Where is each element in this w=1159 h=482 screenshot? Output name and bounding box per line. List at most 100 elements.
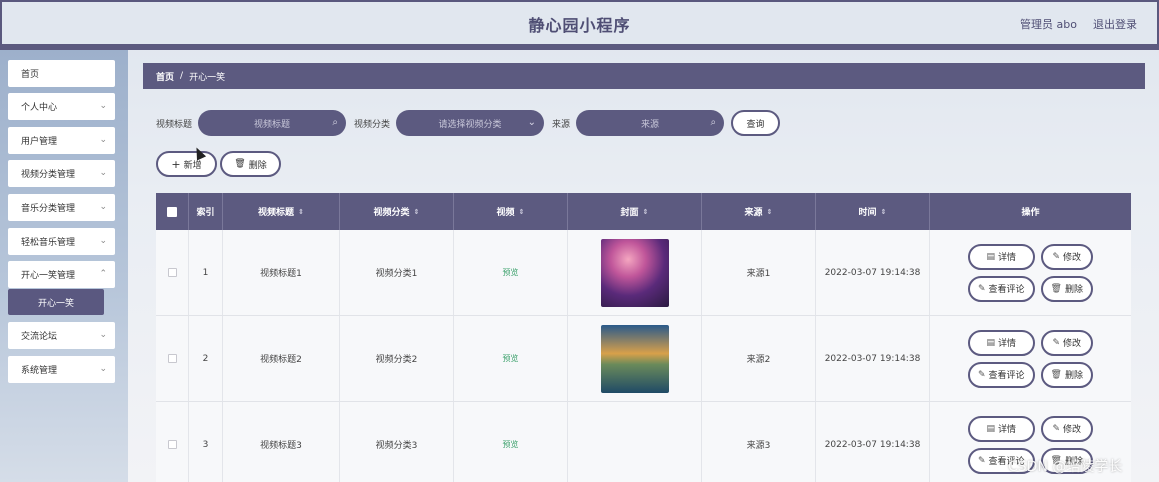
detail-button[interactable]: ▤ 详情: [967, 243, 1035, 270]
watermark: CSDN @培陵学长: [1008, 459, 1123, 475]
row-video: 预览: [454, 402, 568, 482]
chevron-down-icon: ⌄: [99, 135, 107, 145]
title-placeholder: 视频标题: [254, 119, 291, 130]
category-select[interactable]: 请选择视频分类 ⌄: [396, 110, 545, 136]
source-label: 来源: [552, 119, 571, 130]
breadcrumb-current: 开心一笑: [189, 72, 226, 83]
preview-link[interactable]: 预览: [503, 439, 519, 450]
row-source: 来源1: [702, 230, 816, 315]
sidebar-item-user-management[interactable]: 用户管理 ⌄: [8, 127, 115, 154]
col-time[interactable]: 时间 ⇕: [816, 193, 930, 230]
detail-button[interactable]: ▤ 详情: [967, 415, 1035, 442]
col-source[interactable]: 来源 ⇕: [702, 193, 816, 230]
comments-label: 查看评论: [988, 285, 1025, 295]
sort-icon: ⇕: [413, 207, 420, 216]
table-row: 2 视频标题2 视频分类2 预览 来源2 2022-03-07 19:14:38…: [156, 316, 1131, 402]
row-checkbox[interactable]: [167, 354, 177, 363]
cover-image[interactable]: [600, 324, 669, 393]
row-source: 来源3: [702, 402, 816, 482]
view-comments-button[interactable]: ✎ 查看评论: [967, 275, 1035, 302]
select-all-checkbox[interactable]: [167, 206, 177, 217]
sidebar-item-relax-music[interactable]: 轻松音乐管理 ⌄: [8, 228, 115, 255]
header-divider: [0, 44, 1159, 50]
table-row: 3 视频标题3 视频分类3 预览 来源3 2022-03-07 19:14:38…: [156, 402, 1131, 482]
sidebar-item-label: 交流论坛: [21, 332, 58, 342]
col-cover[interactable]: 封面 ⇕: [568, 193, 702, 230]
video-table: 索引 视频标题 ⇕ 视频分类 ⇕ 视频 ⇕ 封面 ⇕ 来源 ⇕ 时间 ⇕ 操作 1 视频标题…: [156, 193, 1131, 482]
plus-icon: +: [171, 157, 181, 171]
row-index: 3: [189, 402, 223, 482]
sidebar-item-home[interactable]: 首页: [8, 60, 115, 87]
row-actions: ▤ 详情 ✎ 修改 ✎ 查看评论 🗑 删除: [930, 230, 1131, 315]
source-search-input[interactable]: 来源 ⌕: [576, 110, 725, 136]
col-actions: 操作: [930, 193, 1131, 230]
sidebar-item-system[interactable]: 系统管理 ⌄: [8, 356, 115, 383]
row-checkbox[interactable]: [167, 268, 177, 277]
row-cover: [568, 316, 702, 401]
search-icon: ⌕: [332, 117, 339, 128]
sort-icon: ⇕: [880, 207, 887, 216]
row-video: 预览: [454, 316, 568, 401]
sidebar-item-label: 开心一笑管理: [21, 271, 76, 281]
chevron-down-icon: ⌄: [527, 117, 537, 128]
chevron-down-icon: ⌄: [99, 236, 107, 246]
chevron-down-icon: ⌄: [99, 202, 107, 212]
row-delete-label: 删除: [1064, 371, 1083, 381]
col-title[interactable]: 视频标题 ⇕: [223, 193, 340, 230]
preview-link[interactable]: 预览: [503, 267, 519, 278]
sort-icon: ⇕: [518, 207, 525, 216]
row-delete-button[interactable]: 🗑 删除: [1040, 361, 1093, 388]
sidebar-item-forum[interactable]: 交流论坛 ⌄: [8, 322, 115, 349]
sidebar-item-music-category[interactable]: 音乐分类管理 ⌄: [8, 194, 115, 221]
logout-link[interactable]: 退出登录: [1093, 16, 1137, 32]
row-select-cell: [156, 230, 189, 315]
sidebar: 首页 个人中心 ⌄ 用户管理 ⌄ 视频分类管理 ⌄ 音乐分类管理 ⌄ 轻松音乐管理 ⌄ 开…: [0, 50, 128, 482]
edit-button[interactable]: ✎ 修改: [1040, 415, 1093, 442]
edit-button[interactable]: ✎ 修改: [1040, 243, 1093, 270]
add-button[interactable]: + 新增: [156, 151, 217, 177]
sidebar-subitem-happy-laugh[interactable]: 开心一笑: [8, 289, 104, 315]
sidebar-item-video-category[interactable]: 视频分类管理 ⌄: [8, 160, 115, 187]
chevron-down-icon: ⌄: [99, 330, 107, 340]
row-cover: [568, 230, 702, 315]
detail-label: 详情: [998, 339, 1017, 349]
row-actions: ▤ 详情 ✎ 修改 ✎ 查看评论 🗑 删除: [930, 316, 1131, 401]
row-cover: [568, 402, 702, 482]
document-icon: ▤: [986, 251, 996, 262]
search-icon: ⌕: [710, 117, 717, 128]
preview-link[interactable]: 预览: [503, 353, 519, 364]
title-search-input[interactable]: 视频标题 ⌕: [198, 110, 347, 136]
query-button[interactable]: 查询: [731, 110, 781, 136]
breadcrumb-separator: /: [180, 71, 184, 81]
sidebar-item-label: 首页: [21, 70, 40, 80]
comments-label: 查看评论: [988, 371, 1025, 381]
edit-button[interactable]: ✎ 修改: [1040, 329, 1093, 356]
trash-icon: 🗑: [1050, 369, 1062, 380]
cover-image[interactable]: [600, 238, 669, 307]
detail-button[interactable]: ▤ 详情: [967, 329, 1035, 356]
breadcrumb: 首页 / 开心一笑: [143, 63, 1145, 89]
row-video: 预览: [454, 230, 568, 315]
row-checkbox[interactable]: [167, 440, 177, 449]
row-title: 视频标题2: [223, 316, 340, 401]
col-category[interactable]: 视频分类 ⇕: [340, 193, 454, 230]
app-title: 静心园小程序: [528, 16, 631, 35]
action-toolbar: + 新增 🗑 删除: [156, 151, 281, 177]
breadcrumb-home[interactable]: 首页: [156, 70, 174, 83]
sidebar-item-happy-laugh[interactable]: 开心一笑管理 ⌃: [8, 261, 115, 288]
sort-icon: ⇕: [642, 207, 649, 216]
sidebar-item-label: 音乐分类管理: [21, 204, 76, 214]
view-comments-button[interactable]: ✎ 查看评论: [967, 361, 1035, 388]
pencil-icon: ✎: [977, 455, 986, 466]
row-delete-button[interactable]: 🗑 删除: [1040, 275, 1093, 302]
col-cover-label: 封面: [620, 208, 639, 218]
table-header: 索引 视频标题 ⇕ 视频分类 ⇕ 视频 ⇕ 封面 ⇕ 来源 ⇕ 时间 ⇕ 操作: [156, 193, 1131, 230]
category-label: 视频分类: [354, 119, 391, 130]
document-icon: ▤: [986, 423, 996, 434]
delete-button[interactable]: 🗑 删除: [220, 151, 281, 177]
app-header: 静心园小程序 管理员 abo 退出登录: [0, 0, 1159, 46]
sort-icon: ⇕: [766, 207, 773, 216]
sidebar-item-personal-center[interactable]: 个人中心 ⌄: [8, 93, 115, 120]
col-video[interactable]: 视频 ⇕: [454, 193, 568, 230]
edit-label: 修改: [1063, 425, 1082, 435]
